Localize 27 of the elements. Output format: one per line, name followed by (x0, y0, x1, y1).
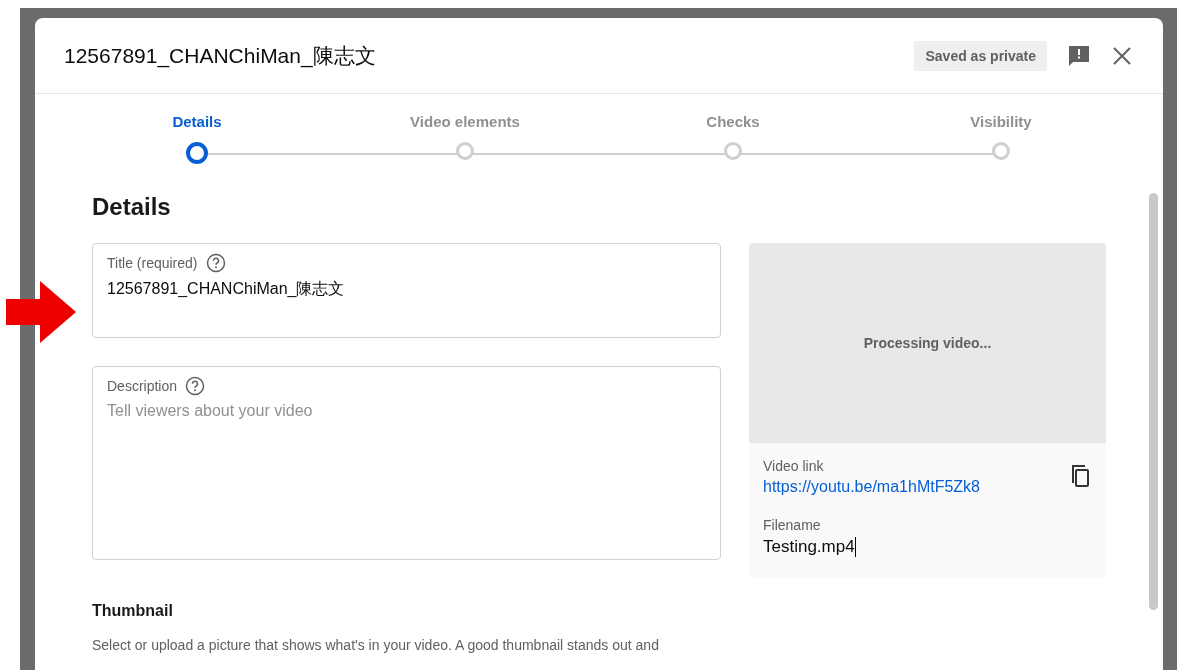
description-field[interactable]: Description Tell viewers about your video (92, 366, 721, 560)
step-tab[interactable]: Details (127, 113, 267, 166)
feedback-button[interactable] (1067, 43, 1091, 68)
processing-status: Processing video... (863, 335, 992, 351)
thumbnail-heading: Thumbnail (92, 602, 174, 620)
field-label: Title (required) (107, 255, 198, 271)
step-tab[interactable]: Video elements (395, 113, 535, 166)
step-tab[interactable]: Visibility (931, 113, 1071, 166)
filename-value: Testing.mp4 (763, 537, 855, 557)
video-link[interactable]: https://youtu.be/ma1hMtF5Zk8 (763, 478, 980, 496)
title-field[interactable]: Title (required) 12567891_CHANChiMan_陳志文 (92, 243, 721, 338)
section-heading: Details (92, 193, 172, 221)
help-icon[interactable] (205, 253, 226, 273)
field-placeholder: Tell viewers about your video (107, 402, 314, 420)
field-value: 12567891_CHANChiMan_陳志文 (107, 279, 346, 299)
step-tab[interactable]: Checks (663, 113, 803, 166)
dialog-title: 12567891_CHANChiMan_陳志文 (64, 42, 377, 70)
scrollbar[interactable] (1149, 193, 1158, 610)
close-button[interactable] (1111, 44, 1133, 67)
help-icon[interactable] (185, 376, 206, 396)
thumbnail-description: Select or upload a picture that shows what's in your video. A good thumbnail stands out and (92, 637, 660, 653)
save-status: Saved as private (914, 40, 1047, 71)
video-link-label: Video link (763, 458, 825, 474)
text-cursor (854, 537, 856, 557)
arrow-icon (6, 281, 76, 343)
field-label: Description (107, 378, 178, 394)
filename-label: Filename (763, 517, 822, 533)
